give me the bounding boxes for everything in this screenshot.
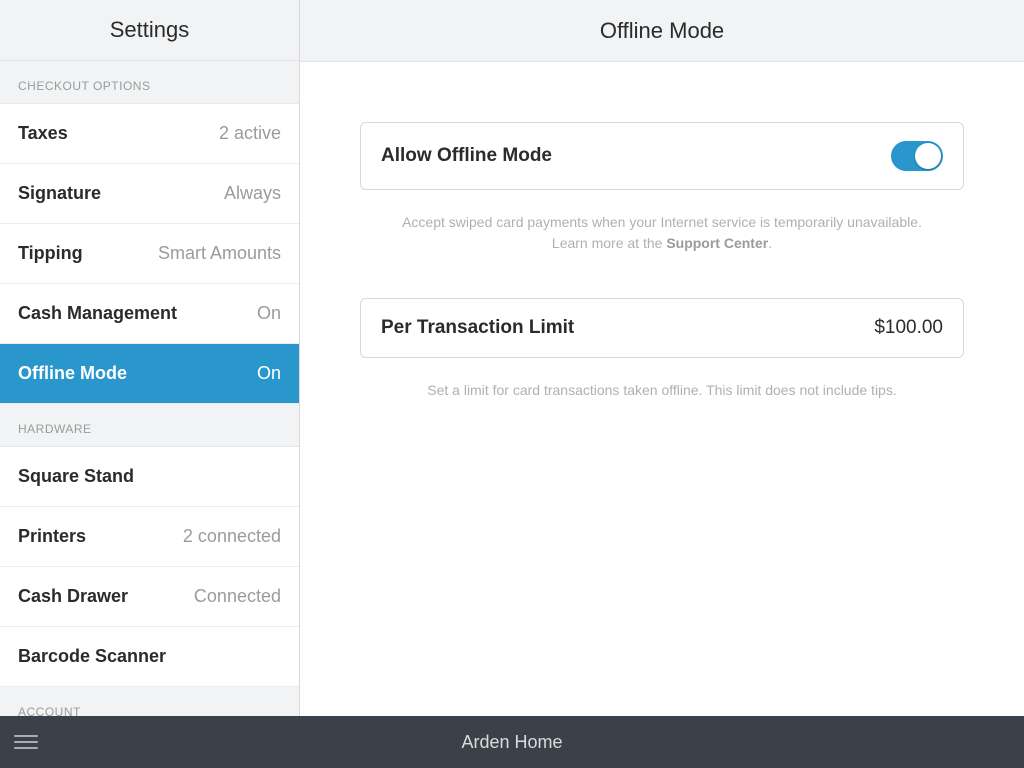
- sidebar-item-label: Printers: [18, 526, 86, 547]
- sidebar-item-value: Connected: [194, 586, 281, 607]
- support-center-link[interactable]: Support Center: [666, 235, 768, 251]
- sidebar-item-barcode-scanner[interactable]: Barcode Scanner: [0, 627, 299, 687]
- menu-icon[interactable]: [14, 716, 44, 768]
- sidebar-item-value: Always: [224, 183, 281, 204]
- section-header-hardware: HARDWARE: [0, 404, 299, 447]
- per-transaction-limit-value: $100.00: [874, 317, 943, 339]
- sidebar-title: Settings: [110, 17, 190, 43]
- allow-offline-card: Allow Offline Mode: [360, 122, 964, 190]
- main-body: Allow Offline Mode Accept swiped card pa…: [300, 62, 1024, 716]
- per-transaction-limit-label: Per Transaction Limit: [381, 317, 574, 339]
- sidebar-item-label: Signature: [18, 183, 101, 204]
- sidebar-item-label: Offline Mode: [18, 363, 127, 384]
- sidebar-item-square-stand[interactable]: Square Stand: [0, 447, 299, 507]
- page-title: Offline Mode: [600, 18, 724, 44]
- section-header-checkout-options: CHECKOUT OPTIONS: [0, 61, 299, 104]
- allow-offline-label: Allow Offline Mode: [381, 145, 552, 167]
- location-title: Arden Home: [461, 732, 562, 753]
- sidebar-item-taxes[interactable]: Taxes 2 active: [0, 104, 299, 164]
- sidebar-item-value: 2 connected: [183, 526, 281, 547]
- sidebar-item-cash-drawer[interactable]: Cash Drawer Connected: [0, 567, 299, 627]
- sidebar-item-offline-mode[interactable]: Offline Mode On: [0, 344, 299, 404]
- main-panel: Offline Mode Allow Offline Mode Accept s…: [300, 0, 1024, 716]
- allow-offline-toggle[interactable]: [891, 141, 943, 171]
- main-header: Offline Mode: [300, 0, 1024, 62]
- sidebar-item-label: Barcode Scanner: [18, 646, 166, 667]
- per-transaction-limit-card[interactable]: Per Transaction Limit $100.00: [360, 298, 964, 358]
- sidebar-item-printers[interactable]: Printers 2 connected: [0, 507, 299, 567]
- sidebar-header: Settings: [0, 0, 299, 61]
- sidebar-item-label: Tipping: [18, 243, 83, 264]
- sidebar-item-value: On: [257, 363, 281, 384]
- sidebar-list[interactable]: CHECKOUT OPTIONS Taxes 2 active Signatur…: [0, 61, 299, 716]
- sidebar-item-cash-management[interactable]: Cash Management On: [0, 284, 299, 344]
- section-header-account: ACCOUNT: [0, 687, 299, 716]
- sidebar-item-value: On: [257, 303, 281, 324]
- per-transaction-limit-help: Set a limit for card transactions taken …: [360, 380, 964, 401]
- sidebar-item-label: Cash Management: [18, 303, 177, 324]
- bottom-bar: Arden Home: [0, 716, 1024, 768]
- sidebar-item-label: Taxes: [18, 123, 68, 144]
- sidebar-item-label: Square Stand: [18, 466, 134, 487]
- sidebar-item-value: Smart Amounts: [158, 243, 281, 264]
- sidebar-item-label: Cash Drawer: [18, 586, 128, 607]
- allow-offline-help: Accept swiped card payments when your In…: [360, 212, 964, 254]
- sidebar-item-value: 2 active: [219, 123, 281, 144]
- sidebar-item-signature[interactable]: Signature Always: [0, 164, 299, 224]
- toggle-knob: [915, 143, 941, 169]
- sidebar-item-tipping[interactable]: Tipping Smart Amounts: [0, 224, 299, 284]
- settings-sidebar: Settings CHECKOUT OPTIONS Taxes 2 active…: [0, 0, 300, 716]
